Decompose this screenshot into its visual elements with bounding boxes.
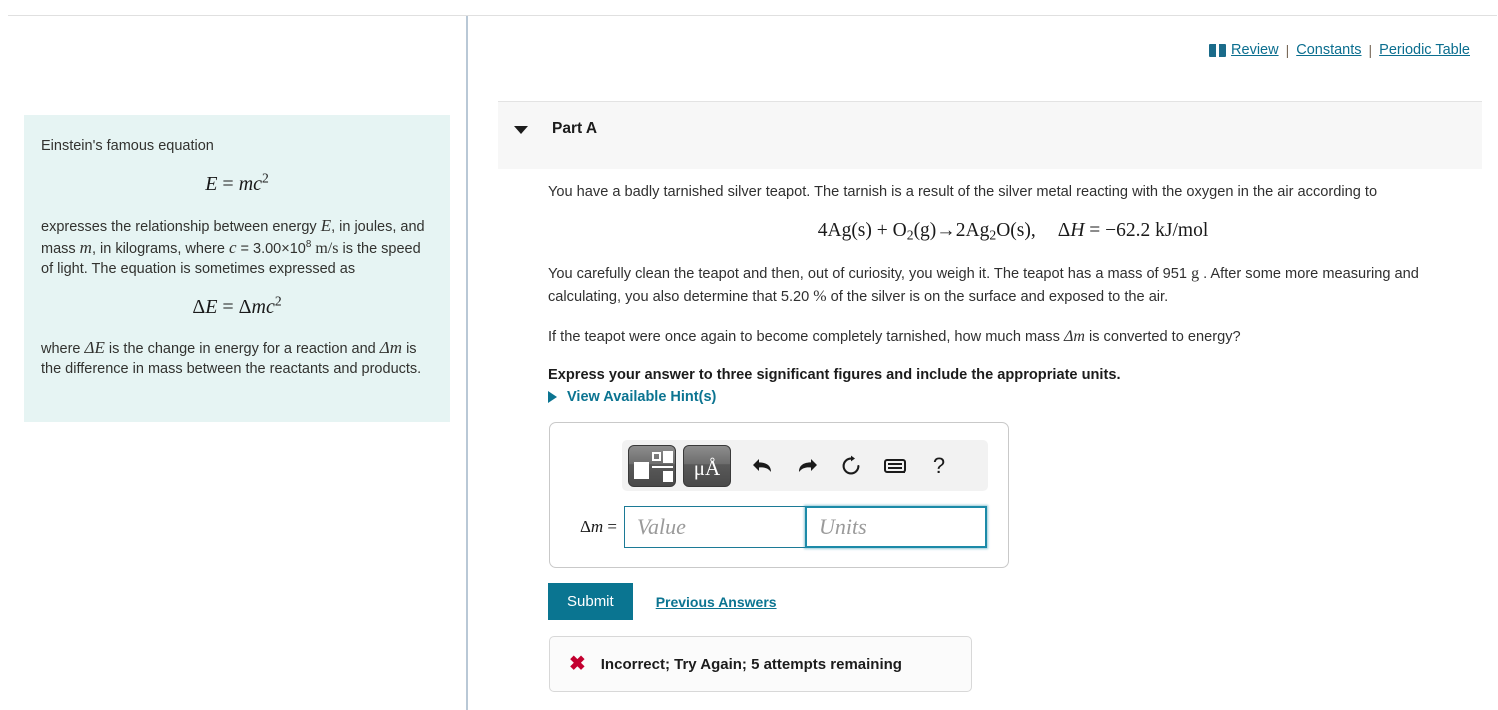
- view-hints-toggle[interactable]: View Available Hint(s): [548, 389, 716, 405]
- math-template-button[interactable]: [628, 444, 676, 487]
- previous-answers-link[interactable]: Previous Answers: [656, 594, 777, 610]
- submit-row: Submit Previous Answers: [548, 583, 777, 620]
- info-p1-var-c: c: [228, 238, 237, 258]
- einstein-info-panel: Einstein's famous equation E = mc2 expre…: [24, 115, 450, 422]
- prompt2-part-a: You carefully clean the teapot and then,…: [548, 265, 1192, 282]
- prompt3-part-b: is converted to energy?: [1084, 328, 1241, 345]
- info-p1-part-c: , in kilograms, where: [91, 241, 229, 258]
- delta-m-variable: m: [590, 517, 604, 536]
- info-p1-part-a: expresses the relationship between energ…: [41, 218, 321, 235]
- reaction-text: 4Ag(s) + O2(g)→2Ag2O(s),: [817, 220, 1036, 243]
- equation-emc2-text: E = mc2: [205, 170, 269, 195]
- problem-prompt-1: You have a badly tarnished silver teapot…: [548, 184, 1378, 200]
- info-intro-text: Einstein's famous equation: [41, 138, 214, 154]
- prompt3-part-a: If the teapot were once again to become …: [548, 328, 1064, 345]
- info-paragraph-2: where ΔE is the change in energy for a r…: [41, 337, 433, 379]
- info-p1-var-E: E: [320, 215, 332, 235]
- info-p2-var-deltam: Δm: [379, 338, 403, 358]
- prompt3-var-deltam: Δm: [1063, 327, 1085, 345]
- delta-m-label: Δm =: [579, 517, 617, 536]
- triangle-right-icon: [548, 391, 557, 403]
- keyboard-button[interactable]: [873, 446, 917, 486]
- view-hints-label: View Available Hint(s): [567, 389, 717, 405]
- undo-arrow-icon: [753, 458, 771, 472]
- math-template-icon: [629, 446, 675, 486]
- info-paragraph-1: expresses the relationship between energ…: [41, 215, 433, 280]
- answer-instruction: Express your answer to three significant…: [548, 367, 1121, 384]
- units-button[interactable]: μÅ: [683, 444, 731, 487]
- micro-angstrom-icon: μÅ: [693, 455, 721, 480]
- equation-delta-emc2-text: ΔE = Δmc2: [192, 293, 282, 318]
- prompt2-percent: %: [813, 287, 827, 305]
- answer-entry-box: μÅ ? Δm = Value Units: [549, 422, 1009, 568]
- problem-prompt-2: You carefully clean the teapot and then,…: [548, 262, 1478, 308]
- prompt2-unit-g: g: [1191, 264, 1200, 282]
- keyboard-icon: [884, 458, 906, 473]
- x-mark-icon: ✖: [569, 653, 586, 675]
- help-button[interactable]: ?: [917, 446, 961, 486]
- info-p2-var-deltaE: ΔE: [84, 338, 105, 358]
- reset-circle-icon: [842, 455, 860, 474]
- question-mark-icon: ?: [932, 452, 946, 478]
- units-input[interactable]: [805, 506, 987, 548]
- prompt2-part-c: of the silver is on the surface and expo…: [826, 288, 1169, 305]
- info-p1-units: m/s: [311, 240, 339, 258]
- value-input[interactable]: [624, 506, 806, 548]
- chevron-down-icon[interactable]: [514, 126, 528, 134]
- redo-arrow-icon: [799, 458, 817, 472]
- problem-prompt-3: If the teapot were once again to become …: [548, 325, 1478, 348]
- submit-button[interactable]: Submit: [548, 583, 633, 620]
- feedback-message: Incorrect; Try Again; 5 attempts remaini…: [600, 655, 902, 673]
- redo-button[interactable]: [785, 446, 829, 486]
- part-title: Part A: [552, 120, 598, 137]
- feedback-banner: ✖ Incorrect; Try Again; 5 attempts remai…: [549, 636, 972, 692]
- reset-button[interactable]: [829, 446, 873, 486]
- enthalpy-text: ΔH = −62.2 kJ/mol: [1057, 220, 1209, 242]
- answer-input-row: Δm =: [550, 506, 1010, 548]
- info-p1-part-d: = 3.00×10: [236, 241, 306, 258]
- equation-delta-emc2: ΔE = Δmc2: [41, 292, 433, 320]
- equation-emc2: E = mc2: [41, 169, 433, 197]
- info-p2-part-a: where: [41, 341, 85, 358]
- math-toolbar: μÅ ?: [622, 440, 988, 491]
- part-a-header[interactable]: Part A: [498, 101, 1482, 169]
- column-divider: [466, 16, 468, 710]
- problem-body: You have a badly tarnished silver teapot…: [548, 182, 1478, 403]
- undo-button[interactable]: [741, 446, 785, 486]
- info-p2-part-b: is the change in energy for a reaction a…: [104, 341, 380, 358]
- chemical-reaction-equation: 4Ag(s) + O2(g)→2Ag2O(s), ΔH = −62.2 kJ/mo…: [548, 220, 1478, 243]
- info-p1-var-m: m: [79, 238, 92, 258]
